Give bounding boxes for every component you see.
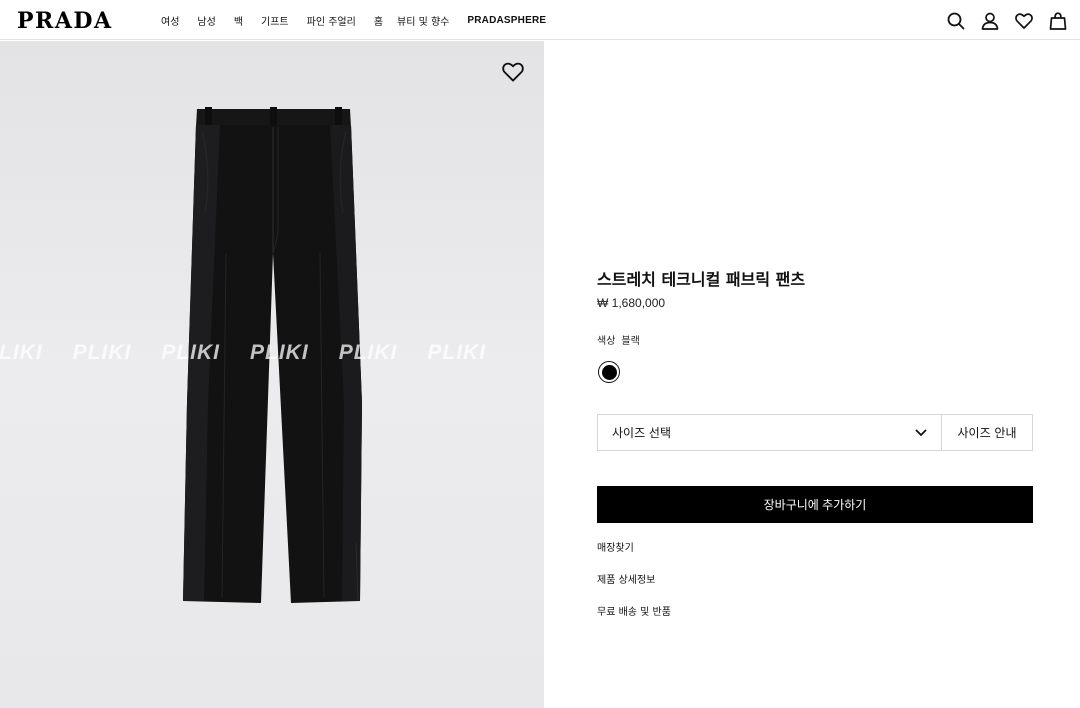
find-store-link[interactable]: 매장찾기 bbox=[597, 539, 634, 554]
color-swatch-black[interactable] bbox=[598, 361, 620, 383]
color-label: 색상 bbox=[597, 336, 616, 347]
watermark-text: PLIKI bbox=[427, 341, 487, 364]
nav-item-bags[interactable]: 백 bbox=[234, 13, 243, 28]
size-selector: 사이즈 선택 사이즈 안내 bbox=[597, 414, 1033, 451]
account-icon[interactable] bbox=[980, 11, 1000, 31]
swatch-fill bbox=[601, 364, 617, 380]
watermark-text: PLIKI bbox=[338, 341, 398, 364]
search-icon[interactable] bbox=[946, 11, 966, 31]
product-price: ₩ 1,680,000 bbox=[597, 296, 666, 310]
watermark-text: PLIKI bbox=[0, 341, 43, 364]
size-select-dropdown[interactable]: 사이즈 선택 bbox=[598, 415, 942, 450]
wishlist-icon[interactable] bbox=[1014, 11, 1034, 31]
header-icons bbox=[946, 11, 1068, 31]
watermark-text: PLIKI bbox=[72, 341, 132, 364]
add-to-cart-button[interactable]: 장바구니에 추가하기 bbox=[597, 486, 1033, 523]
main-nav: 여성 남성 백 기프트 파인 주얼리 홈 뷰티 및 향수 PRADASPHERE bbox=[161, 0, 563, 40]
size-select-label: 사이즈 선택 bbox=[612, 426, 672, 440]
color-row: 색상 블랙 bbox=[597, 332, 640, 347]
site-header: PRADA 여성 남성 백 기프트 파인 주얼리 홈 뷰티 및 향수 PRADA… bbox=[0, 0, 1080, 40]
nav-item-women[interactable]: 여성 bbox=[161, 13, 179, 28]
nav-item-gifts[interactable]: 기프트 bbox=[261, 13, 289, 28]
nav-item-pradasphere[interactable]: PRADASPHERE bbox=[467, 15, 546, 26]
size-guide-button[interactable]: 사이즈 안내 bbox=[942, 415, 1032, 450]
heart-icon[interactable] bbox=[502, 61, 524, 83]
bag-icon[interactable] bbox=[1048, 11, 1068, 31]
product-image-panel: PLIKI PLIKI PLIKI PLIKI PLIKI PLIKI bbox=[0, 41, 544, 708]
shipping-returns-link[interactable]: 무료 배송 및 반품 bbox=[597, 603, 671, 618]
watermark-text: PLIKI bbox=[161, 341, 221, 364]
product-details-link[interactable]: 제품 상세정보 bbox=[597, 571, 655, 586]
nav-item-beauty[interactable]: 뷰티 및 향수 bbox=[397, 13, 449, 28]
color-value: 블랙 bbox=[621, 336, 640, 347]
chevron-down-icon bbox=[915, 426, 927, 440]
product-title: 스트레치 테크니컬 패브릭 팬츠 bbox=[597, 270, 806, 289]
nav-item-fine-jewelry[interactable]: 파인 주얼리 bbox=[307, 13, 356, 28]
watermark: PLIKI PLIKI PLIKI PLIKI PLIKI PLIKI bbox=[0, 341, 486, 365]
nav-item-home[interactable]: 홈 bbox=[374, 13, 383, 28]
prada-logo[interactable]: PRADA bbox=[17, 8, 113, 34]
watermark-text: PLIKI bbox=[250, 341, 309, 364]
nav-item-men[interactable]: 남성 bbox=[197, 13, 215, 28]
